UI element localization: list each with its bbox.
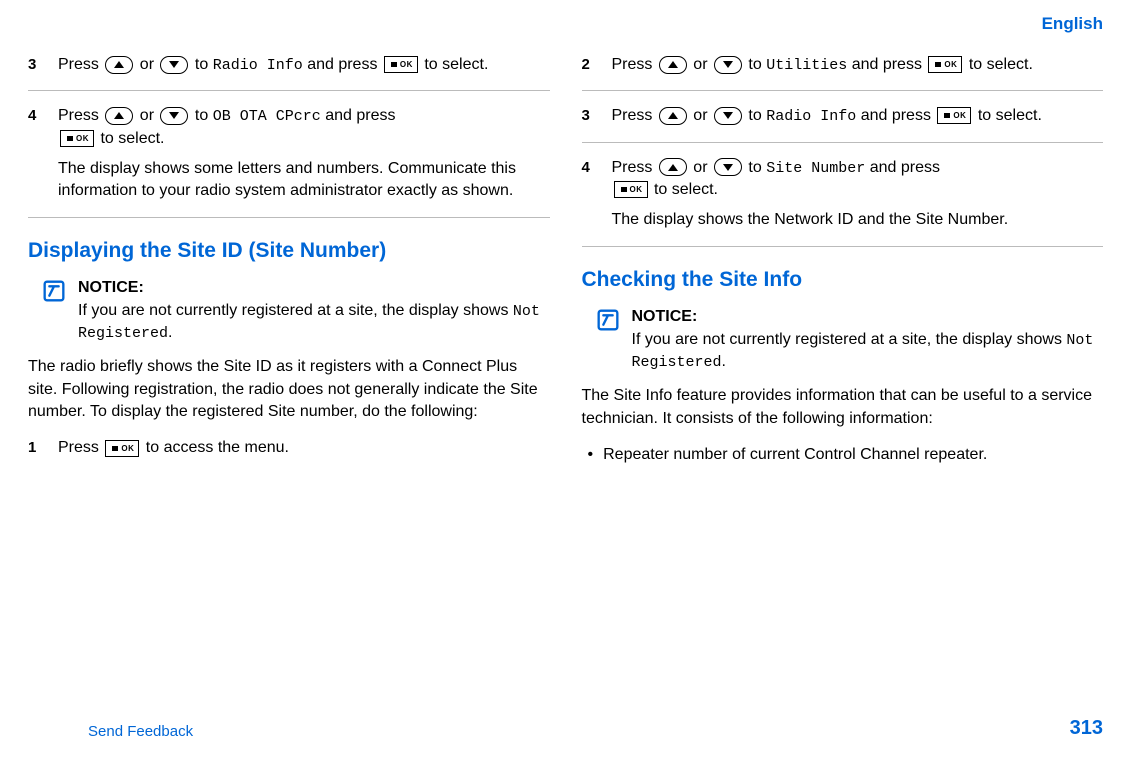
step-body: Press or to Radio Info and press OK to s… bbox=[612, 105, 1104, 127]
section-heading: Displaying the Site ID (Site Number) bbox=[28, 236, 550, 265]
down-arrow-key-icon bbox=[714, 158, 742, 176]
text: or bbox=[140, 107, 159, 124]
instruction-step: 4 Press or to OB OTA CPcrc and press OK … bbox=[28, 105, 550, 218]
text: . bbox=[168, 324, 172, 341]
list-item: Repeater number of current Control Chann… bbox=[582, 444, 1104, 466]
page-number: 313 bbox=[1070, 714, 1103, 742]
notice-icon bbox=[40, 277, 68, 305]
text: and press bbox=[325, 107, 395, 124]
section-heading: Checking the Site Info bbox=[582, 265, 1104, 294]
text: and press bbox=[861, 107, 936, 124]
text: to select. bbox=[978, 107, 1042, 124]
ok-key-icon: OK bbox=[928, 56, 962, 73]
text: to select. bbox=[969, 56, 1033, 73]
step-body: Press or to Radio Info and press OK to s… bbox=[58, 54, 550, 76]
text: Press bbox=[58, 439, 103, 456]
ok-key-icon: OK bbox=[614, 181, 648, 198]
step-number: 1 bbox=[28, 437, 46, 459]
text: Press bbox=[58, 107, 103, 124]
notice-title: NOTICE: bbox=[632, 306, 1104, 328]
step-body: Press OK to access the menu. bbox=[58, 437, 550, 459]
instruction-step: 2 Press or to Utilities and press OK to … bbox=[582, 54, 1104, 91]
up-arrow-key-icon bbox=[659, 107, 687, 125]
ok-key-icon: OK bbox=[384, 56, 418, 73]
page-header-language: English bbox=[28, 12, 1103, 36]
step-number: 3 bbox=[582, 105, 600, 127]
text: and press bbox=[870, 159, 940, 176]
menu-item-label: OB OTA CPcrc bbox=[213, 108, 321, 125]
text: to bbox=[195, 56, 213, 73]
text: to access the menu. bbox=[146, 439, 289, 456]
down-arrow-key-icon bbox=[160, 56, 188, 74]
text: to select. bbox=[100, 130, 164, 147]
step-body: Press or to Site Number and press OK to … bbox=[612, 157, 1104, 232]
step-number: 2 bbox=[582, 54, 600, 76]
paragraph: The radio briefly shows the Site ID as i… bbox=[28, 356, 550, 423]
menu-item-label: Site Number bbox=[766, 160, 865, 177]
instruction-step: 1 Press OK to access the menu. bbox=[28, 437, 550, 473]
menu-item-label: Utilities bbox=[766, 57, 847, 74]
text: If you are not currently registered at a… bbox=[632, 331, 1067, 348]
instruction-step: 3 Press or to Radio Info and press OK to… bbox=[582, 105, 1104, 142]
text: to bbox=[748, 107, 766, 124]
text: or bbox=[140, 56, 159, 73]
text: to bbox=[748, 56, 766, 73]
text: . bbox=[722, 353, 726, 370]
down-arrow-key-icon bbox=[714, 56, 742, 74]
step-number: 4 bbox=[582, 157, 600, 232]
instruction-step: 4 Press or to Site Number and press OK t… bbox=[582, 157, 1104, 247]
text: or bbox=[693, 56, 712, 73]
notice-title: NOTICE: bbox=[78, 277, 550, 299]
text: Press bbox=[58, 56, 103, 73]
up-arrow-key-icon bbox=[659, 158, 687, 176]
text: to select. bbox=[654, 181, 718, 198]
text: Press bbox=[612, 56, 657, 73]
notice-icon bbox=[594, 306, 622, 334]
step-body: Press or to Utilities and press OK to se… bbox=[612, 54, 1104, 76]
text: and press bbox=[852, 56, 927, 73]
menu-item-label: Radio Info bbox=[766, 108, 856, 125]
text: or bbox=[693, 107, 712, 124]
notice-box: NOTICE: If you are not currently registe… bbox=[40, 277, 550, 344]
text: to bbox=[748, 159, 766, 176]
up-arrow-key-icon bbox=[659, 56, 687, 74]
left-column: 3 Press or to Radio Info and press OK to… bbox=[28, 54, 550, 488]
text: to select. bbox=[424, 56, 488, 73]
content-columns: 3 Press or to Radio Info and press OK to… bbox=[28, 54, 1103, 488]
notice-body: NOTICE: If you are not currently registe… bbox=[632, 306, 1104, 373]
right-column: 2 Press or to Utilities and press OK to … bbox=[582, 54, 1104, 488]
step-number: 3 bbox=[28, 54, 46, 76]
step-result-text: The display shows some letters and numbe… bbox=[58, 158, 550, 203]
step-body: Press or to OB OTA CPcrc and press OK to… bbox=[58, 105, 550, 203]
text: Press bbox=[612, 159, 657, 176]
notice-box: NOTICE: If you are not currently registe… bbox=[594, 306, 1104, 373]
step-result-text: The display shows the Network ID and the… bbox=[612, 209, 1104, 231]
page-footer: Send Feedback 313 bbox=[28, 714, 1103, 742]
notice-body: NOTICE: If you are not currently registe… bbox=[78, 277, 550, 344]
ok-key-icon: OK bbox=[937, 107, 971, 124]
step-number: 4 bbox=[28, 105, 46, 203]
send-feedback-link[interactable]: Send Feedback bbox=[88, 721, 193, 742]
bullet-list: Repeater number of current Control Chann… bbox=[582, 444, 1104, 466]
text: and press bbox=[307, 56, 382, 73]
menu-item-label: Radio Info bbox=[213, 57, 303, 74]
ok-key-icon: OK bbox=[105, 440, 139, 457]
text: Press bbox=[612, 107, 657, 124]
up-arrow-key-icon bbox=[105, 107, 133, 125]
text: Repeater number of current Control Chann… bbox=[603, 444, 987, 466]
text: to bbox=[195, 107, 213, 124]
text: If you are not currently registered at a… bbox=[78, 302, 513, 319]
paragraph: The Site Info feature provides informati… bbox=[582, 385, 1104, 430]
up-arrow-key-icon bbox=[105, 56, 133, 74]
text: or bbox=[693, 159, 712, 176]
down-arrow-key-icon bbox=[160, 107, 188, 125]
ok-key-icon: OK bbox=[60, 130, 94, 147]
instruction-step: 3 Press or to Radio Info and press OK to… bbox=[28, 54, 550, 91]
down-arrow-key-icon bbox=[714, 107, 742, 125]
